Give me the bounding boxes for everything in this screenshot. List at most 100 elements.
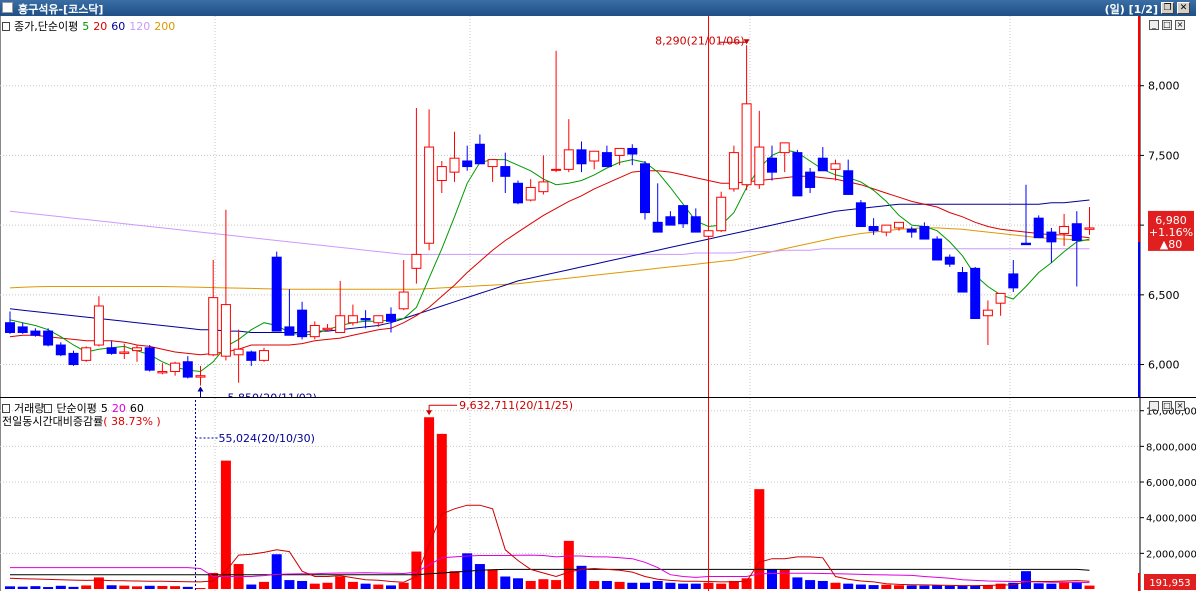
candle-body <box>373 315 384 324</box>
volume-rate-label: 전일동시간대비증감률 <box>2 415 104 428</box>
candle-body <box>805 171 816 188</box>
volume-bar <box>106 585 117 589</box>
volume-bar <box>500 576 511 589</box>
ma5-label: 5 <box>82 20 90 33</box>
candle-body <box>779 142 790 154</box>
candle-body <box>119 351 130 354</box>
volume-axis-bg <box>1140 398 1196 591</box>
candle-body <box>144 347 155 371</box>
volume-bar <box>1033 583 1044 589</box>
title-bar: 흥구석유-[코스닥] (일) [1/2] ❐ ✕ <box>0 0 1196 16</box>
candle-body <box>182 361 193 378</box>
candle-body <box>1021 242 1031 246</box>
volume-chart[interactable]: 9,632,711(20/11/25) 55,024(20/10/30) 2,000… <box>0 398 1196 591</box>
candle-body <box>665 216 676 226</box>
volume-bar <box>932 585 943 589</box>
volume-bar <box>805 580 816 589</box>
candle-body <box>1008 273 1019 289</box>
volume-bar <box>995 583 1006 589</box>
volume-bar <box>906 585 917 589</box>
candle-body <box>322 327 333 331</box>
volume-bar <box>627 582 638 589</box>
candle-body <box>868 226 879 232</box>
ma200-label: 200 <box>154 20 176 33</box>
candle-body <box>284 326 295 336</box>
candle-body <box>17 326 28 333</box>
candle-body <box>728 152 739 190</box>
volume-bar <box>538 579 549 589</box>
volume-bar <box>792 577 803 589</box>
price-tick-label: 8,000 <box>1148 80 1180 93</box>
pane-maximize-icon[interactable]: □ <box>1162 401 1172 411</box>
pane-close-icon[interactable]: × <box>1175 401 1185 411</box>
candle-body <box>855 202 866 228</box>
volume-bar <box>271 554 282 589</box>
candle-body <box>208 297 219 356</box>
volume-bar <box>1059 582 1070 589</box>
volume-bar <box>881 584 892 589</box>
candle-body <box>690 216 701 233</box>
volume-high-label: 9,632,711(20/11/25) <box>459 399 573 412</box>
volume-tick-label: 4,000,000 <box>1146 514 1196 525</box>
candle-body <box>347 315 358 324</box>
volume-bar <box>55 585 66 589</box>
volume-bar <box>297 580 308 589</box>
pane-minimize-icon[interactable]: _ <box>1149 401 1159 411</box>
restore-icon[interactable]: ❐ <box>1161 2 1174 14</box>
volume-bar <box>614 581 625 589</box>
volume-bar <box>144 585 155 589</box>
current-change: ▲80 <box>1160 238 1182 251</box>
candle-body <box>43 330 54 346</box>
volume-bar <box>157 585 168 589</box>
candle-body <box>563 149 574 170</box>
volume-bar <box>563 540 574 589</box>
candle-body <box>767 157 777 173</box>
volume-bar <box>347 581 358 589</box>
volume-bar <box>132 586 142 589</box>
price-tick-label: 6,500 <box>1148 289 1180 302</box>
candle-body <box>754 146 765 186</box>
checkbox-icon[interactable] <box>44 404 53 413</box>
close-icon[interactable]: ✕ <box>1177 2 1190 14</box>
candle-body <box>982 309 993 317</box>
volume-bar <box>322 582 333 589</box>
volume-bar <box>640 582 650 589</box>
window-menu-icon[interactable] <box>2 2 13 13</box>
volume-bar <box>830 582 841 589</box>
volume-bar <box>68 586 79 589</box>
price-axis-bg <box>1140 16 1196 398</box>
candle-body <box>81 347 92 361</box>
price-chart[interactable]: 8,290(21/01/06)5,850(20/11/02)6,0006,500… <box>0 16 1196 398</box>
candle-body <box>551 168 562 171</box>
candle-body <box>398 291 409 310</box>
volume-bar <box>220 460 231 589</box>
volume-bar <box>246 584 257 589</box>
volume-bar <box>259 581 269 589</box>
pane-close-icon[interactable]: × <box>1175 20 1185 30</box>
volume-bar <box>449 571 460 589</box>
pane-maximize-icon[interactable]: □ <box>1162 20 1172 30</box>
checkbox-icon[interactable] <box>2 22 10 31</box>
volume-bar <box>335 576 346 589</box>
volume-bar <box>398 582 409 589</box>
pane-minimize-icon[interactable]: _ <box>1149 20 1159 30</box>
volume-pane-bg <box>0 398 1196 591</box>
candle-body <box>589 150 600 162</box>
volume-bar <box>309 583 320 589</box>
candle-body <box>55 344 66 356</box>
volume-tick-label: 8,000,000 <box>1146 442 1196 453</box>
volume-bar <box>1046 583 1057 589</box>
candle-body <box>246 351 257 361</box>
volume-bar <box>1021 571 1031 589</box>
ma20-label: 20 <box>93 20 108 33</box>
candle-body <box>5 322 15 333</box>
volume-bar <box>436 433 447 589</box>
candle-body <box>309 325 320 338</box>
candle-body <box>195 375 206 378</box>
candle-body <box>1084 227 1095 230</box>
candle-body <box>678 205 689 225</box>
ma60-label: 60 <box>111 20 126 33</box>
checkbox-icon[interactable] <box>2 404 10 413</box>
volume-rate-legend: 전일동시간대비증감률( 38.73% ) <box>2 413 165 429</box>
candle-body <box>995 292 1006 304</box>
